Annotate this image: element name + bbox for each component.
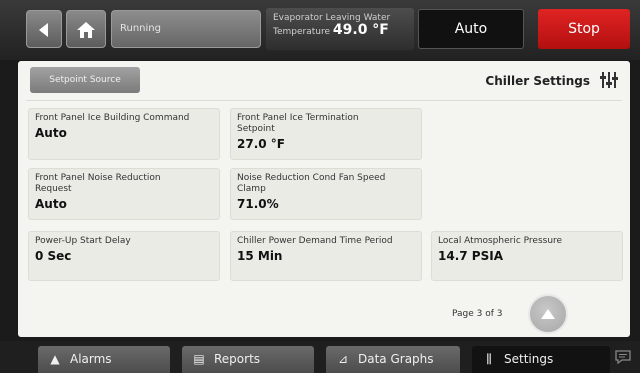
setting-value: 0 Sec [35, 249, 72, 263]
auto-button[interactable]: Auto [418, 9, 524, 49]
evaporator-leaving-water-temp: Evaporator Leaving Water Temperature 49.… [266, 8, 414, 50]
graph-icon: ⊿ [337, 352, 349, 366]
setting-card-power-up-start-delay[interactable]: Power-Up Start Delay 0 Sec [28, 231, 220, 281]
home-button[interactable] [66, 10, 106, 48]
setting-card-ice-building-command[interactable]: Front Panel Ice Building Command Auto [28, 108, 220, 160]
setting-card-local-atmospheric-pressure[interactable]: Local Atmospheric Pressure 14.7 PSIA [431, 231, 623, 281]
setting-label: Front Panel Ice Building Command [35, 113, 190, 123]
nav-data-graphs[interactable]: ⊿ Data Graphs [326, 346, 460, 373]
setting-value: 15 Min [237, 249, 283, 263]
nav-settings-label: Settings [504, 352, 554, 366]
nav-reports-label: Reports [214, 352, 261, 366]
back-button[interactable] [26, 10, 62, 48]
settings-sliders-icon [600, 72, 618, 88]
setting-value: Auto [35, 126, 67, 140]
setting-value: Auto [35, 197, 67, 211]
home-icon [77, 22, 95, 38]
setting-card-ice-termination-setpoint[interactable]: Front Panel Ice Termination Setpoint 27.… [230, 108, 422, 160]
nav-settings[interactable]: ⫼ Settings [472, 346, 610, 373]
page-up-button[interactable] [528, 294, 568, 334]
message-icon[interactable] [614, 349, 632, 365]
stop-button[interactable]: Stop [538, 9, 630, 49]
panel-title: Chiller Settings [485, 74, 590, 88]
chiller-settings-panel: Setpoint Source Chiller Settings Front P… [18, 61, 630, 337]
setting-label: Chiller Power Demand Time Period [237, 236, 393, 246]
nav-reports[interactable]: ▤ Reports [182, 346, 314, 373]
chevron-up-icon [541, 309, 555, 319]
bottom-nav: ▲ Alarms ▤ Reports ⊿ Data Graphs ⫼ Settings [0, 341, 640, 373]
setting-label: Noise Reduction Cond Fan Speed Clamp [237, 173, 386, 194]
nav-alarms[interactable]: ▲ Alarms [38, 346, 170, 373]
evap-value: 49.0 °F [332, 22, 389, 38]
setting-label: Local Atmospheric Pressure [438, 236, 563, 246]
running-status: Running [111, 10, 261, 48]
back-arrow-icon [39, 23, 48, 37]
setting-label: Front Panel Noise Reduction Request [35, 173, 161, 194]
divider [26, 100, 622, 101]
setpoint-source-button[interactable]: Setpoint Source [30, 67, 140, 93]
setting-value: 27.0 °F [237, 137, 285, 151]
setting-card-noise-reduction-request[interactable]: Front Panel Noise Reduction Request Auto [28, 168, 220, 220]
alarm-bell-icon: ▲ [50, 352, 60, 366]
nav-data-graphs-label: Data Graphs [358, 352, 434, 366]
evap-label-line2: Temperature [273, 27, 331, 37]
settings-sliders-icon: ⫼ [486, 352, 492, 366]
page-indicator: Page 3 of 3 [452, 309, 503, 319]
setting-value: 14.7 PSIA [438, 249, 503, 263]
setting-card-noise-reduction-fan-clamp[interactable]: Noise Reduction Cond Fan Speed Clamp 71.… [230, 168, 422, 220]
setting-card-power-demand-time-period[interactable]: Chiller Power Demand Time Period 15 Min [230, 231, 422, 281]
reports-icon: ▤ [193, 352, 205, 366]
setting-label: Front Panel Ice Termination Setpoint [237, 113, 359, 134]
nav-alarms-label: Alarms [70, 352, 112, 366]
top-bar: Running Evaporator Leaving Water Tempera… [0, 0, 640, 60]
setting-value: 71.0% [237, 197, 279, 211]
setting-label: Power-Up Start Delay [35, 236, 131, 246]
